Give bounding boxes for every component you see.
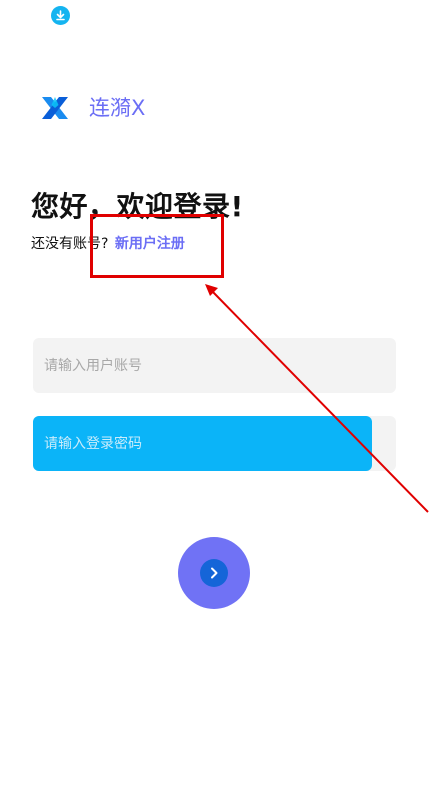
password-field[interactable] [33, 416, 396, 471]
username-input[interactable] [33, 338, 396, 393]
password-field-highlight [33, 416, 372, 471]
annotation-highlight-box [90, 214, 224, 278]
x-logo-icon [42, 97, 68, 119]
login-submit-button[interactable] [178, 537, 250, 609]
password-input[interactable] [44, 435, 361, 452]
chevron-right-icon [200, 559, 228, 587]
app-header: 连漪X [40, 93, 145, 123]
app-name: 连漪X [89, 96, 146, 120]
download-icon [51, 6, 70, 25]
